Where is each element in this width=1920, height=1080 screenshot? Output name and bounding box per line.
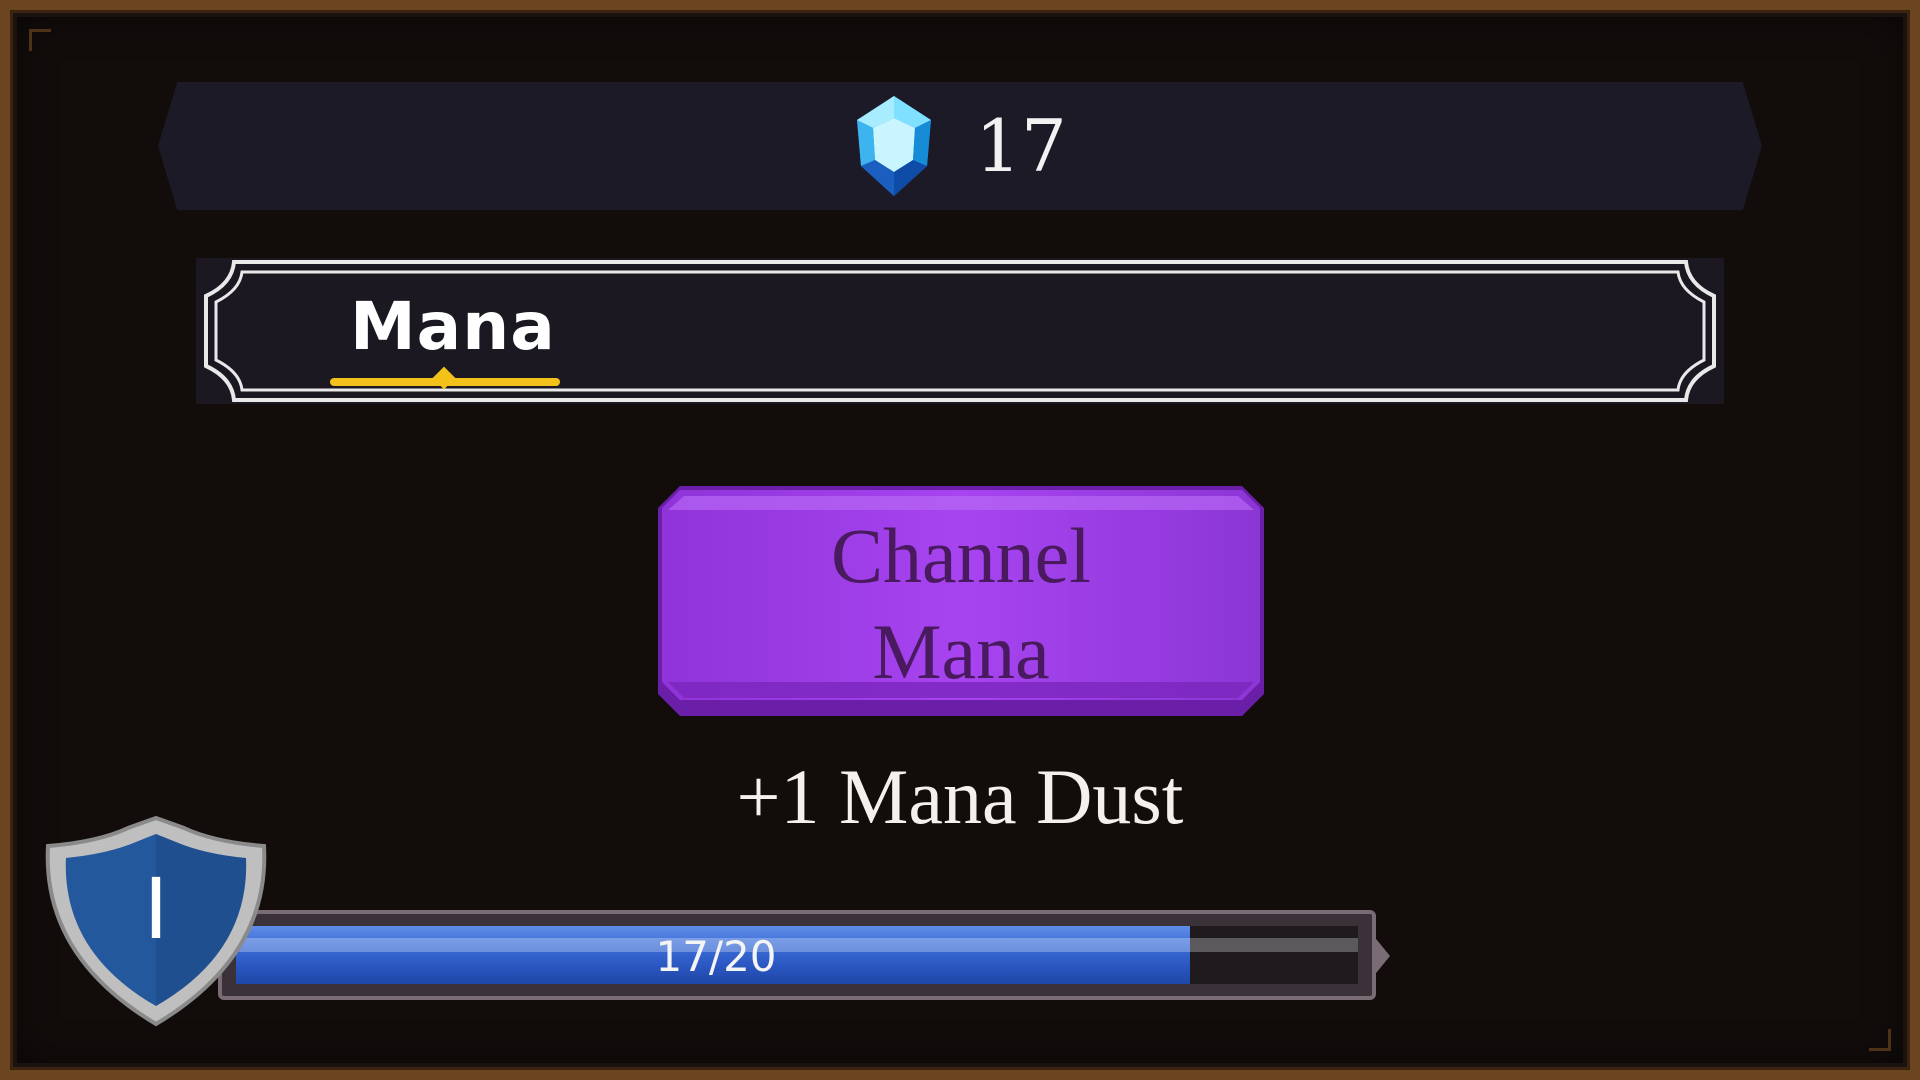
frame-corner-ornament [29, 29, 51, 51]
channel-mana-label: Channel Mana [831, 512, 1091, 695]
xp-bar-label: 17/20 [655, 932, 777, 981]
currency-banner: 17 [158, 82, 1762, 210]
tab-mana-label: Mana [350, 288, 556, 365]
currency-count: 17 [975, 104, 1067, 188]
tab-mana[interactable]: Mana [330, 282, 560, 392]
level-number: I [143, 860, 169, 958]
xp-progress-bar: 17/20 [218, 910, 1376, 1000]
reward-text: +1 Mana Dust [736, 753, 1184, 840]
frame-corner-ornament [1869, 1029, 1891, 1051]
mana-gem-icon [857, 96, 932, 196]
xp-bar-end-arrow [1372, 934, 1390, 978]
channel-mana-button[interactable]: Channel Mana [658, 486, 1264, 716]
xp-bar-track: 17/20 [236, 926, 1358, 984]
